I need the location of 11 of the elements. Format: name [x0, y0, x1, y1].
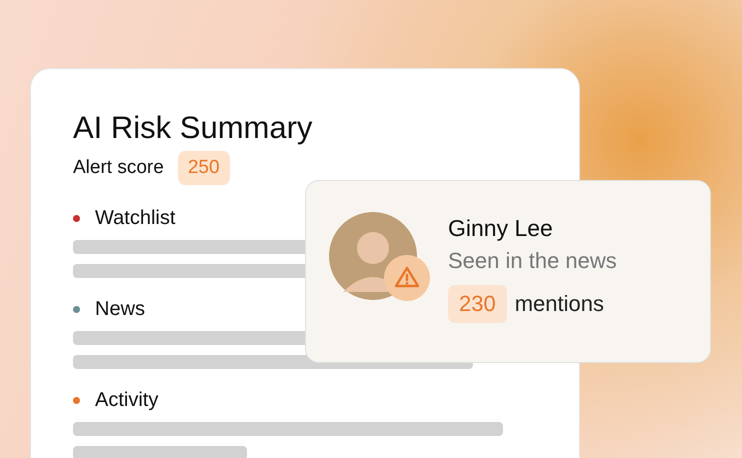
- section-label: Activity: [95, 389, 158, 412]
- section-label: Watchlist: [95, 207, 176, 230]
- score-badge: 250: [178, 151, 230, 185]
- person-subtitle: Seen in the news: [448, 247, 617, 275]
- mentions-badge: 230: [448, 285, 507, 323]
- section-label: News: [95, 298, 146, 321]
- warning-icon: [384, 255, 430, 301]
- score-label: Alert score: [73, 157, 164, 179]
- person-name: Ginny Lee: [448, 214, 554, 243]
- mentions-label: mentions: [514, 291, 604, 317]
- card-title: AI Risk Summary: [73, 109, 314, 147]
